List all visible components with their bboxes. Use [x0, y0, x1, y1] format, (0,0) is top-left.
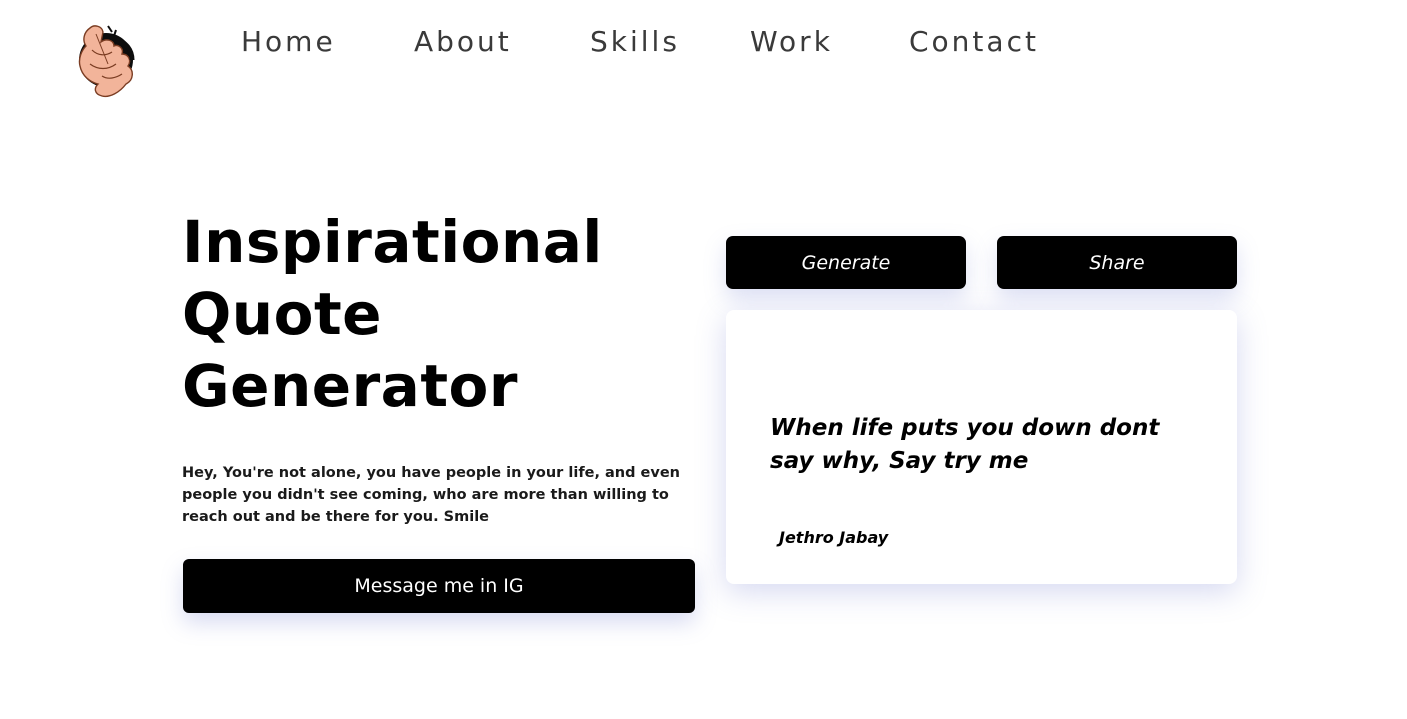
page-title: Inspirational Quote Generator [182, 206, 662, 422]
main-nav: Home About Skills Work Contact [0, 20, 1407, 64]
quote-card: When life puts you down dont say why, Sa… [726, 310, 1237, 584]
share-button[interactable]: Share [997, 236, 1237, 289]
page-title-line-3: Generator [182, 352, 518, 420]
nav-link-contact[interactable]: Contact [909, 20, 1039, 64]
page-title-line-2: Quote [182, 280, 383, 348]
nav-link-skills[interactable]: Skills [590, 20, 680, 64]
quote-author: Jethro Jabay [779, 528, 889, 547]
generate-button[interactable]: Generate [726, 236, 966, 289]
page: Home About Skills Work Contact Inspirati… [0, 0, 1407, 719]
nav-link-work[interactable]: Work [750, 20, 833, 64]
nav-link-home[interactable]: Home [241, 20, 336, 64]
quote-text: When life puts you down dont say why, Sa… [770, 415, 1160, 474]
page-title-line-1: Inspirational [182, 208, 603, 276]
nav-link-about[interactable]: About [414, 20, 512, 64]
message-ig-button[interactable]: Message me in IG [183, 559, 695, 613]
hero-description: Hey, You're not alone, you have people i… [182, 465, 680, 525]
